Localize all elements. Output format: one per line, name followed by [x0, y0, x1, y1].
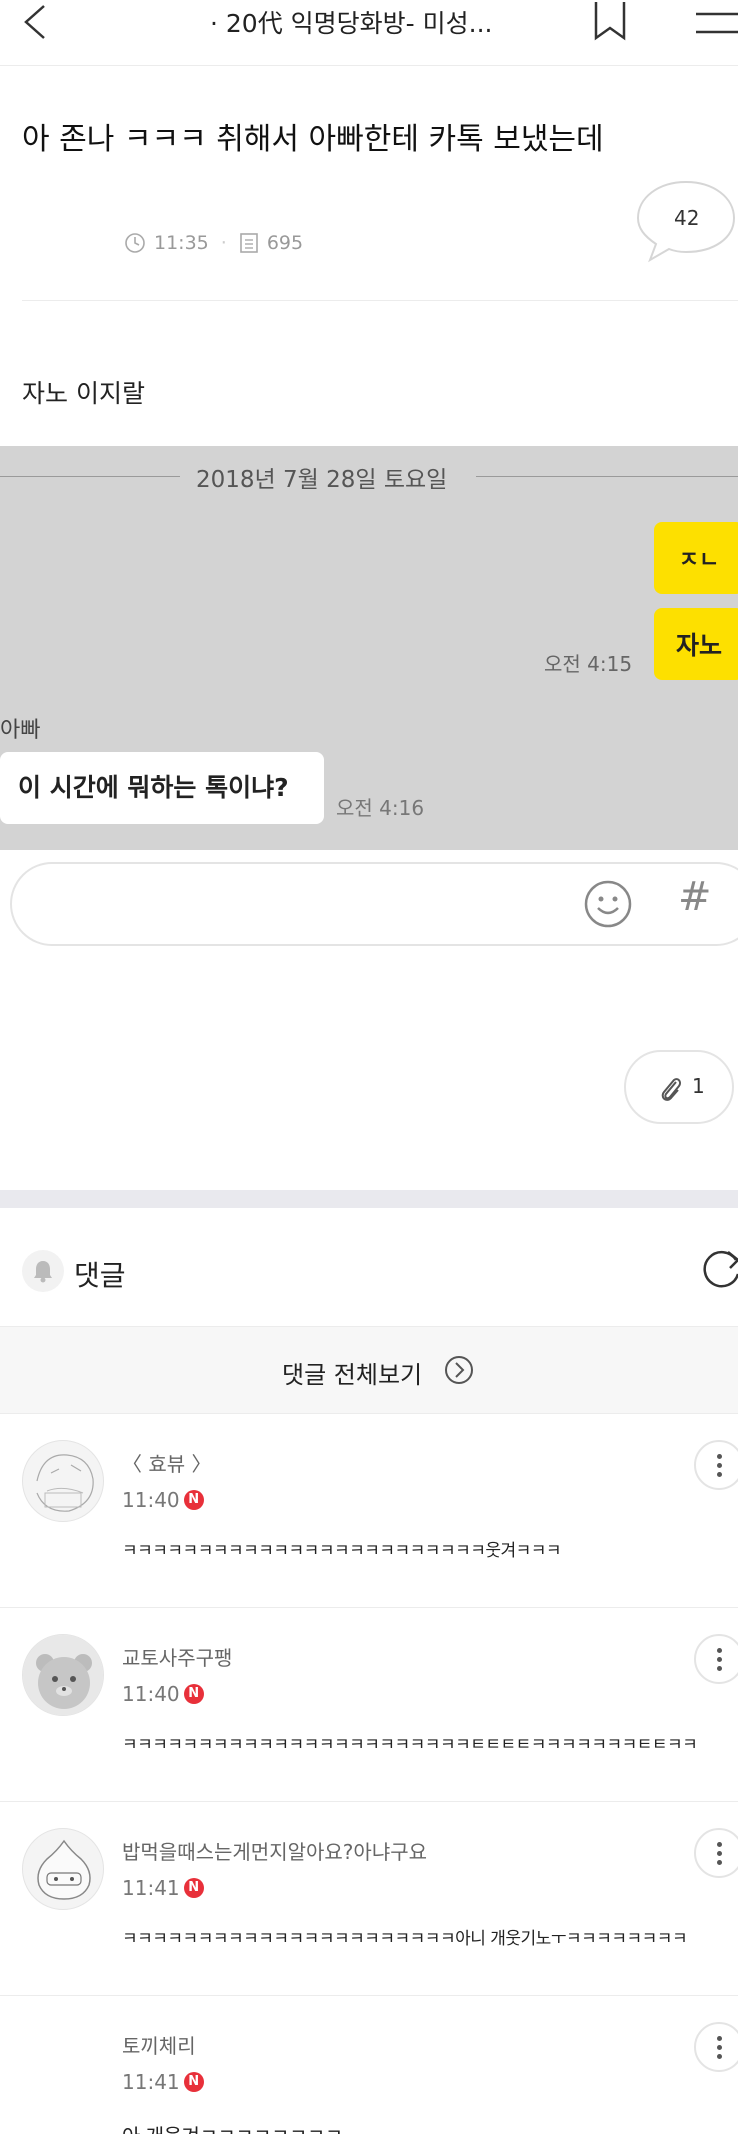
- comment-time: 11:41 N: [122, 2070, 204, 2094]
- reply-message-bubble: 이 시간에 뭐하는 톡이냐?: [0, 752, 324, 824]
- comments-heading: 댓글: [74, 1259, 126, 1292]
- comment-time-text: 11:40: [122, 1488, 180, 1512]
- comment-item: 교토사주구팽 11:40 N ㅋㅋㅋㅋㅋㅋㅋㅋㅋㅋㅋㅋㅋㅋㅋㅋㅋㅋㅋㅋㅋㅋㅋㅌㅌ…: [0, 1608, 738, 1802]
- my-message-time: 오전 4:15: [544, 652, 633, 676]
- new-badge: N: [183, 2072, 204, 2092]
- chevron-right-circle-icon: [445, 1356, 473, 1384]
- comment-time-text: 11:40: [122, 1682, 180, 1706]
- paperclip-icon: [661, 1078, 682, 1101]
- views-icon: [240, 233, 258, 253]
- comment-text: ㅋㅋㅋㅋㅋㅋㅋㅋㅋㅋㅋㅋㅋㅋㅋㅋㅋㅋㅋㅋㅋㅋㅋㅌㅌㅌㅌㅋㅋㅋㅋㅋㅋㅋㅌㅌㅋㅋ: [122, 1735, 698, 1755]
- top-bar: · 20代 익명당화방- 미성...: [0, 0, 738, 66]
- post-title: 아 존나 ㅋㅋㅋ 취해서 아빠한테 카톡 보냈는데: [22, 122, 604, 157]
- post-time: 11:35: [154, 232, 209, 254]
- comment-nickname[interactable]: 교토사주구팽: [122, 1642, 232, 1671]
- reply-message-time: 오전 4:16: [336, 796, 425, 820]
- avatar[interactable]: [22, 1634, 104, 1716]
- avatar[interactable]: [22, 1440, 104, 1522]
- comment-time: 11:40 N: [122, 1682, 204, 1706]
- comment-time-text: 11:41: [122, 2070, 180, 2094]
- more-options-button[interactable]: [694, 2022, 738, 2072]
- view-all-comments-button[interactable]: 댓글 전체보기: [0, 1326, 738, 1414]
- new-badge: N: [183, 1878, 204, 1898]
- back-arrow-icon[interactable]: [18, 2, 58, 42]
- bear-avatar-icon: [23, 1635, 103, 1715]
- comment-count-bubble[interactable]: 42: [634, 178, 738, 264]
- more-options-button[interactable]: [694, 1440, 738, 1490]
- notification-bell-button[interactable]: [22, 1250, 64, 1292]
- attachment-button[interactable]: 1: [624, 1050, 734, 1124]
- chat-screenshot-image: 2018년 7월 28일 토요일 ㅈㄴ 자노 오전 4:15 아빠 이 시간에 …: [0, 446, 738, 850]
- comment-nickname[interactable]: 토끼체리: [122, 2030, 196, 2059]
- bookmark-icon[interactable]: [590, 0, 630, 42]
- comment-text: ㅋㅋㅋㅋㅋㅋㅋㅋㅋㅋㅋㅋㅋㅋㅋㅋㅋㅋㅋㅋㅋㅋㅋㅋ웃겨ㅋㅋㅋ: [122, 1541, 562, 1561]
- onion-avatar-icon: [37, 1839, 91, 1900]
- new-badge: N: [183, 1684, 204, 1704]
- date-divider-line: [0, 476, 180, 477]
- divider: [22, 300, 738, 301]
- comment-time-text: 11:41: [122, 1876, 180, 1900]
- hashtag-icon[interactable]: #: [678, 874, 712, 920]
- my-message-bubble: 자노: [654, 608, 738, 680]
- new-badge: N: [183, 1490, 204, 1510]
- comment-text: 아 개웃겨ㅋㅋㅋㅋㅋㅋㅋㅋ: [122, 2120, 343, 2134]
- section-separator: [0, 1190, 738, 1208]
- sender-name: 아빠: [0, 718, 41, 743]
- post-body-text: 자노 이지랄: [22, 379, 145, 408]
- comment-nickname[interactable]: 밥먹을때스는게먼지알아요?아냐구요: [122, 1836, 427, 1865]
- sketch-avatar-icon: [36, 1454, 94, 1512]
- post-meta: 11:35 · 695: [124, 232, 303, 254]
- comment-time: 11:40 N: [122, 1488, 204, 1512]
- comment-item: 〈 효뷰 〉 11:40 N ㅋㅋㅋㅋㅋㅋㅋㅋㅋㅋㅋㅋㅋㅋㅋㅋㅋㅋㅋㅋㅋㅋㅋㅋ웃…: [0, 1414, 738, 1608]
- room-title: · 20代 익명당화방- 미성...: [210, 9, 493, 38]
- refresh-icon[interactable]: [698, 1246, 738, 1292]
- chat-date: 2018년 7월 28일 토요일: [196, 467, 448, 493]
- more-options-button[interactable]: [694, 1828, 738, 1878]
- more-options-button[interactable]: [694, 1634, 738, 1684]
- clock-icon: [125, 233, 145, 253]
- avatar[interactable]: [22, 1828, 104, 1910]
- date-divider-line: [476, 476, 738, 477]
- post-views: 695: [266, 232, 304, 254]
- menu-icon[interactable]: [692, 8, 738, 38]
- comment-time: 11:41 N: [122, 1876, 204, 1900]
- comment-text: ㅋㅋㅋㅋㅋㅋㅋㅋㅋㅋㅋㅋㅋㅋㅋㅋㅋㅋㅋㅋㅋㅋ아니 개웃기노ㅜㅋㅋㅋㅋㅋㅋㅋㅋ: [122, 1929, 688, 1949]
- comment-count: 42: [674, 206, 700, 230]
- meta-separator: ·: [220, 232, 227, 254]
- emoticon-icon[interactable]: [582, 878, 634, 930]
- comment-nickname[interactable]: 〈 효뷰 〉: [122, 1448, 212, 1477]
- my-message-bubble: ㅈㄴ: [654, 522, 738, 594]
- view-all-label: 댓글 전체보기: [282, 1361, 423, 1389]
- comment-item: 토끼체리 11:41 N 아 개웃겨ㅋㅋㅋㅋㅋㅋㅋㅋ: [0, 1996, 738, 2134]
- attachment-count: 1: [692, 1074, 705, 1098]
- bell-icon: [34, 1261, 52, 1283]
- comment-item: 밥먹을때스는게먼지알아요?아냐구요 11:41 N ㅋㅋㅋㅋㅋㅋㅋㅋㅋㅋㅋㅋㅋㅋ…: [0, 1802, 738, 1996]
